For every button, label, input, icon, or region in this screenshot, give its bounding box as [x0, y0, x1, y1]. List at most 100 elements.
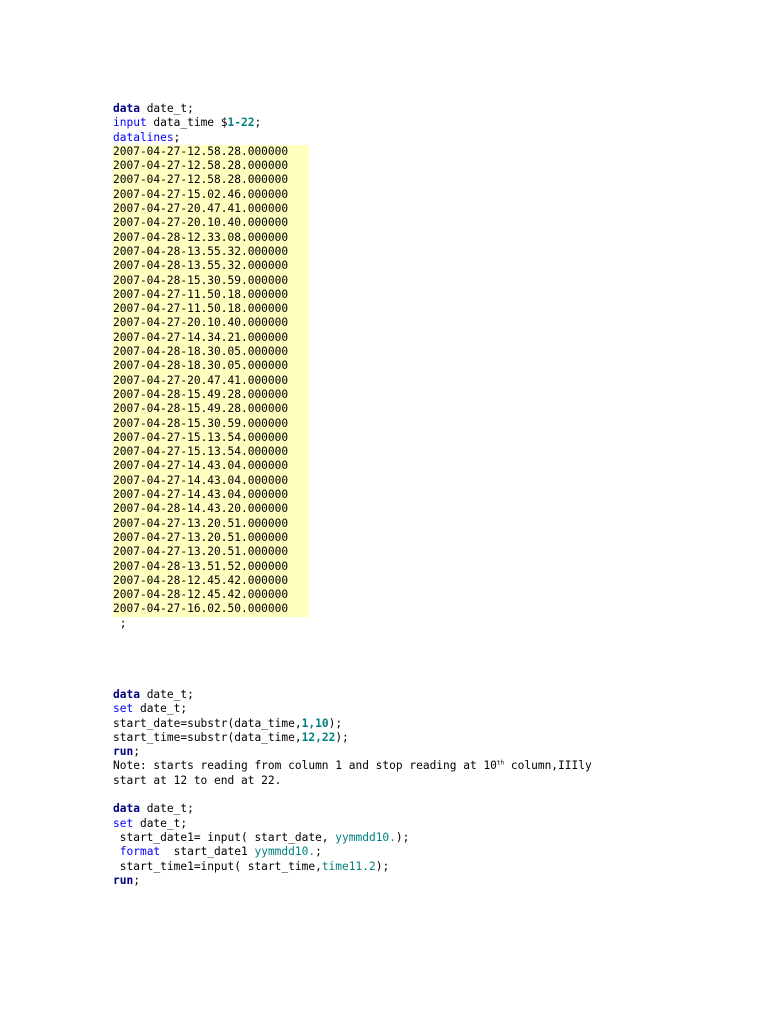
dataline-row: 2007-04-27-15.13.54.000000 [113, 445, 753, 460]
statement-end: ; [133, 873, 140, 887]
code-line-set-statement: set date_t; [113, 702, 753, 716]
keyword-set: set [113, 702, 134, 716]
dataline-row: 2007-04-27-14.43.04.000000 [113, 473, 753, 489]
code-line-data-statement: data date_t; [113, 688, 753, 702]
dataline-row: 2007-04-27-12.58.28.000000 [113, 144, 753, 160]
dataline-value: 2007-04-27-20.10.40.000000 [113, 216, 309, 231]
dataline-value: 2007-04-27-11.50.18.000000 [113, 302, 309, 317]
start-time-expr: start_time=substr(data_time, [113, 730, 302, 744]
dataline-row: 2007-04-27-14.43.04.000000 [113, 459, 753, 474]
code-line-run: run; [113, 874, 753, 888]
keyword-datalines: datalines [113, 130, 174, 144]
code-line-input-statement: input data_time $1-22; [113, 116, 753, 130]
dataline-row: 2007-04-27-13.20.51.000000 [113, 516, 753, 531]
dataline-value: 2007-04-28-15.30.59.000000 [113, 416, 309, 431]
substr-arg-2: 10 [315, 716, 329, 730]
set-dataset: date_t; [133, 702, 188, 716]
keyword-format: format [119, 845, 161, 859]
dataline-row: 2007-04-27-20.10.40.000000 [113, 316, 753, 331]
keyword-run: run [113, 745, 134, 759]
dataline-row: 2007-04-27-12.58.28.000000 [113, 159, 753, 174]
dataline-value: 2007-04-27-14.34.21.000000 [113, 330, 309, 346]
dataline-row: 2007-04-27-12.58.28.000000 [113, 173, 753, 188]
code-line-datalines: datalines; [113, 131, 753, 145]
code-line-data-statement: data date_t; [113, 802, 753, 816]
set-dataset: date_t; [133, 816, 188, 830]
dataset-name: date_t; [139, 102, 194, 115]
dataline-row: 2007-04-27-20.47.41.000000 [113, 202, 753, 217]
dataline-row: 2007-04-27-20.10.40.000000 [113, 216, 753, 231]
dataline-value: 2007-04-27-15.13.54.000000 [113, 430, 309, 446]
statement-end: ; [173, 130, 181, 144]
keyword-set: set [113, 816, 134, 830]
dataline-value: 2007-04-27-11.50.18.000000 [113, 287, 309, 303]
dataline-value: 2007-04-27-13.20.51.000000 [113, 516, 309, 531]
note-text-end: column,IIIly [504, 759, 592, 773]
dataline-value: 2007-04-27-14.43.04.000000 [113, 459, 309, 474]
dataline-value: 2007-04-27-16.02.50.000000 [113, 602, 309, 617]
dataline-value: 2007-04-28-15.30.59.000000 [113, 273, 309, 288]
expr-close: ); [335, 730, 349, 744]
dataline-row: 2007-04-27-11.50.18.000000 [113, 302, 753, 317]
dataline-row: 2007-04-27-14.43.04.000000 [113, 488, 753, 503]
code-line-set-statement: set date_t; [113, 817, 753, 831]
dataline-value: 2007-04-28-18.30.05.000000 [113, 359, 309, 374]
dataline-value: 2007-04-28-13.51.52.000000 [113, 559, 309, 574]
dataline-row: 2007-04-28-14.43.20.000000 [113, 502, 753, 517]
keyword-data: data [113, 687, 140, 701]
code-line-data-statement: data date_t; [113, 102, 753, 116]
dataline-value: 2007-04-27-12.58.28.000000 [113, 173, 309, 188]
dataline-row: 2007-04-27-15.13.54.000000 [113, 430, 753, 446]
code-document: data date_t; input data_time $1-22; data… [113, 102, 753, 888]
substr-comma: , [315, 730, 322, 744]
dataline-value: 2007-04-27-13.20.51.000000 [113, 530, 309, 546]
dataline-row: 2007-04-28-15.49.28.000000 [113, 387, 753, 403]
dataline-row: 2007-04-28-18.30.05.000000 [113, 359, 753, 374]
statement-end: ; [315, 845, 322, 859]
code-line-run: run; [113, 745, 753, 759]
dataline-value: 2007-04-27-12.58.28.000000 [113, 159, 309, 174]
keyword-input: input [113, 116, 147, 130]
input-variable: data_time $ [146, 116, 228, 130]
dataline-value: 2007-04-27-14.43.04.000000 [113, 473, 309, 489]
statement-end: ; [133, 745, 140, 759]
datalines-rows: 2007-04-27-12.58.28.000000 2007-04-27-12.… [113, 144, 753, 617]
statement-end: ; [254, 116, 262, 130]
dataline-value: 2007-04-27-14.43.04.000000 [113, 488, 309, 503]
dataline-row: 2007-04-28-13.55.32.000000 [113, 244, 753, 260]
dataline-value: 2007-04-28-15.49.28.000000 [113, 387, 309, 403]
note-text: Note: starts reading from column 1 and s… [113, 759, 497, 773]
note-line-2: start at 12 to end at 22. [113, 773, 282, 787]
dataline-value: 2007-04-27-15.13.54.000000 [113, 445, 309, 460]
code-line-start-time: start_time=substr(data_time,12,22); [113, 731, 753, 745]
dataline-value: 2007-04-28-12.33.08.000000 [113, 230, 309, 245]
column-dash: - [234, 116, 242, 130]
column-end: 22 [241, 116, 255, 130]
dataset-name: date_t; [139, 687, 194, 701]
code-line-start-date: start_date=substr(data_time,1,10); [113, 717, 753, 731]
expr-close: ); [375, 859, 390, 873]
dataline-row: 2007-04-28-13.55.32.000000 [113, 259, 753, 274]
dataline-value: 2007-04-28-12.45.42.000000 [113, 573, 309, 589]
dataline-value: 2007-04-27-20.47.41.000000 [113, 373, 309, 388]
dataline-value: 2007-04-28-13.55.32.000000 [113, 244, 309, 260]
start-time1-expr: start_time1=input( start_time, [113, 859, 322, 873]
dataline-row: 2007-04-27-20.47.41.000000 [113, 373, 753, 388]
note-line-1: Note: starts reading from column 1 and s… [113, 759, 753, 773]
dataline-value: 2007-04-27-20.10.40.000000 [113, 316, 309, 331]
keyword-data: data [113, 802, 140, 816]
dataline-value: 2007-04-28-18.30.05.000000 [113, 345, 309, 360]
start-date-expr: start_date=substr(data_time, [113, 716, 302, 730]
dataline-row: 2007-04-27-13.20.51.000000 [113, 545, 753, 560]
substr-arg-2: 22 [321, 730, 336, 744]
dataline-row: 2007-04-27-15.02.46.000000 [113, 187, 753, 203]
dataline-value: 2007-04-27-15.02.46.000000 [113, 187, 309, 203]
dataset-name: date_t; [139, 802, 194, 816]
dataline-value: 2007-04-27-12.58.28.000000 [113, 144, 309, 160]
code-line-start-date1: start_date1= input( start_date, yymmdd10… [113, 831, 753, 845]
dataline-row: 2007-04-27-16.02.50.000000 [113, 602, 753, 617]
dataline-row: 2007-04-28-12.45.42.000000 [113, 573, 753, 589]
dataline-row: 2007-04-27-14.34.21.000000 [113, 330, 753, 346]
expr-close: ); [328, 716, 343, 730]
